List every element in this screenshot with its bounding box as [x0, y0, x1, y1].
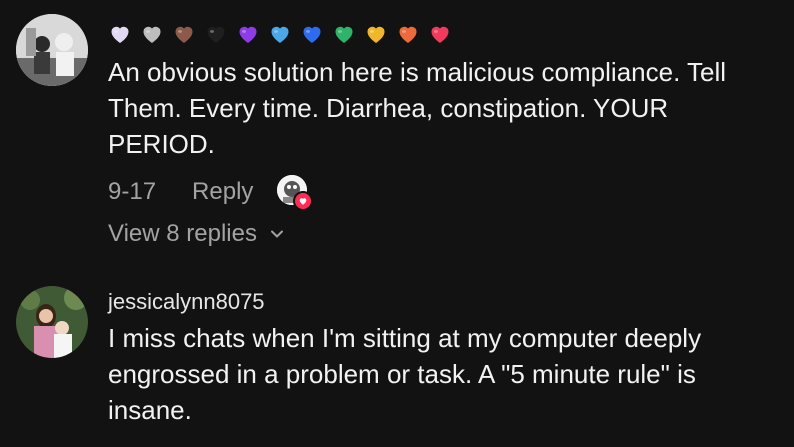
avatar[interactable]	[16, 14, 88, 86]
comment-meta: 9-17 Reply	[108, 172, 782, 212]
comment-date: 9-17	[108, 178, 157, 205]
light-blue-heart-icon	[271, 26, 289, 43]
heart-badge-icon	[293, 191, 314, 211]
blue-heart-icon	[303, 26, 321, 43]
view-replies-button[interactable]: View 8 replies	[108, 216, 782, 252]
red-heart-icon	[431, 26, 449, 43]
grey-heart-icon	[143, 26, 161, 43]
creator-liked-indicator	[277, 175, 314, 211]
chevron-down-icon	[270, 230, 283, 238]
comment-username[interactable]: jessicalynn8075	[108, 288, 782, 316]
green-heart-icon	[335, 26, 353, 43]
view-replies-label: View 8 replies	[108, 220, 257, 247]
comment-text: An obvious solution here is malicious co…	[108, 57, 727, 159]
purple-heart-icon	[239, 26, 257, 43]
lavender-heart-icon	[111, 26, 129, 43]
orange-heart-icon	[399, 26, 417, 43]
avatar[interactable]	[16, 286, 88, 358]
reply-button[interactable]: Reply	[192, 178, 253, 206]
avatar-photo	[16, 286, 88, 358]
avatar-photo	[16, 14, 88, 86]
comment-text: I miss chats when I'm sitting at my comp…	[108, 323, 702, 425]
yellow-heart-icon	[367, 26, 385, 43]
emoji-hearts-row	[108, 18, 782, 50]
black-heart-icon	[207, 26, 225, 43]
brown-heart-icon	[175, 26, 193, 43]
